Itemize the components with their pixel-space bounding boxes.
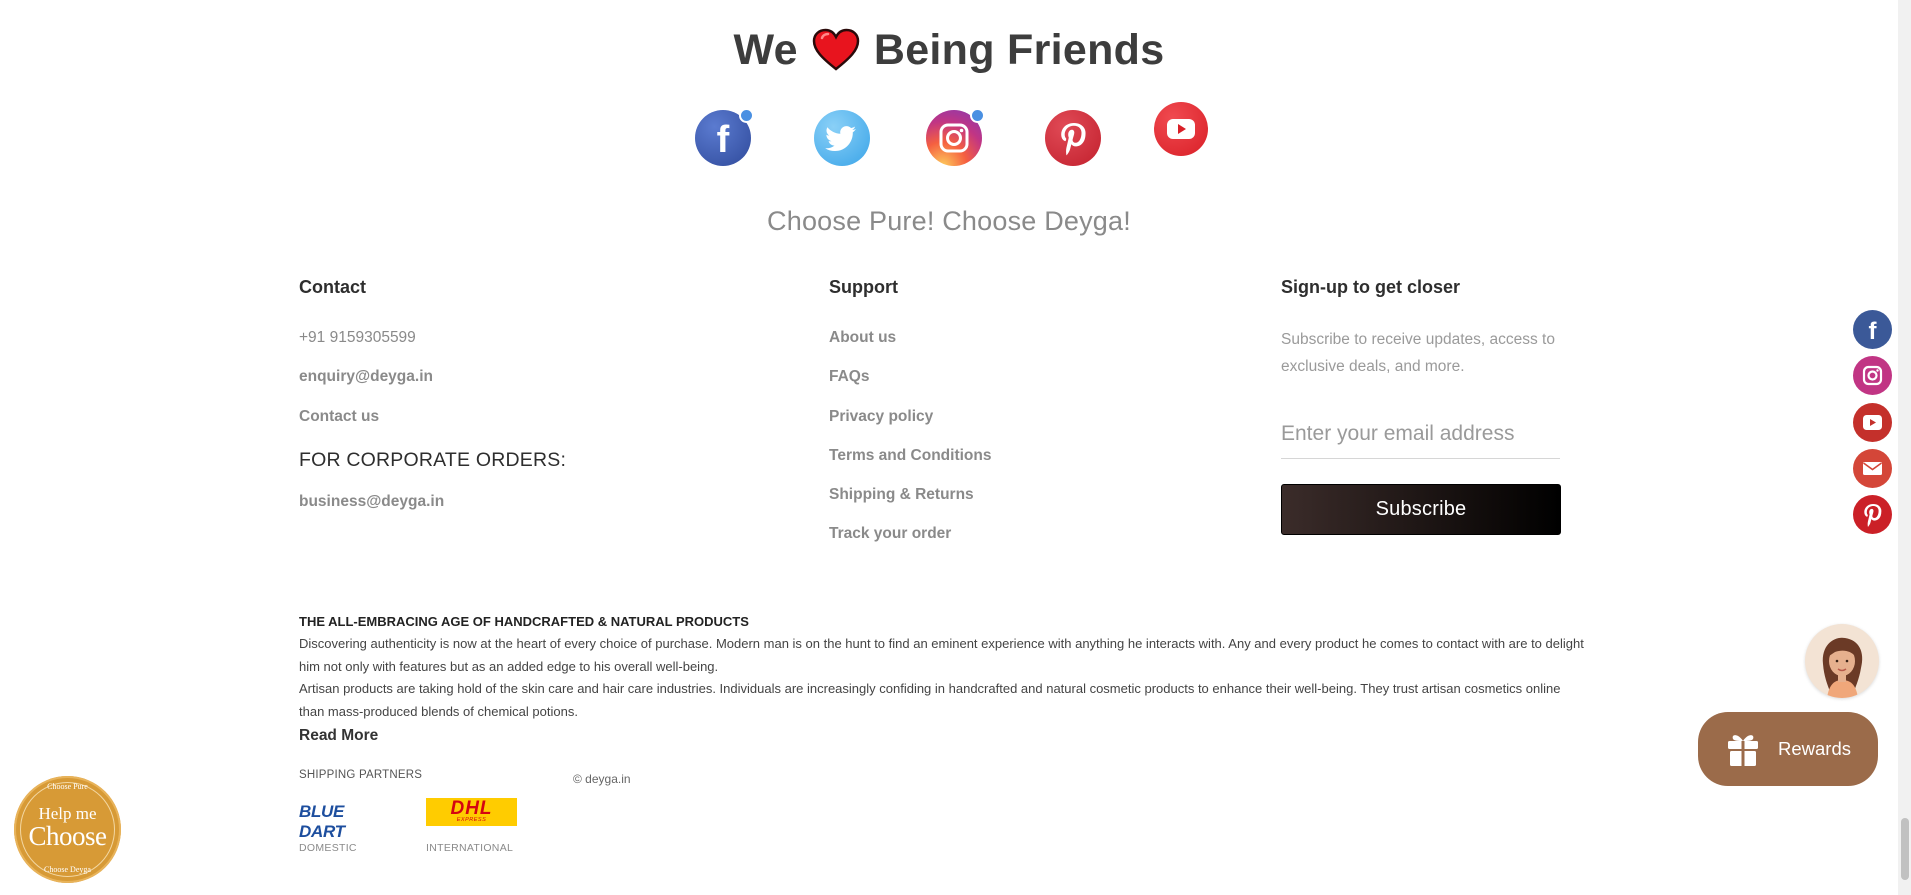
contact-email-link[interactable]: enquiry@deyga.in — [299, 368, 433, 386]
sidebar-youtube-link[interactable] — [1853, 403, 1892, 442]
youtube-icon — [1863, 415, 1882, 430]
support-link-privacy[interactable]: Privacy policy — [829, 408, 933, 426]
signup-heading: Sign-up to get closer — [1281, 277, 1461, 297]
shipping-label-domestic: DOMESTIC — [299, 842, 357, 854]
signup-description: Subscribe to receive updates, access to … — [1281, 331, 1555, 375]
support-link-about[interactable]: About us — [829, 329, 896, 347]
support-link-shipping[interactable]: Shipping & Returns — [829, 486, 974, 504]
shipping-label-international: INTERNATIONAL — [426, 842, 514, 854]
gift-icon — [1728, 735, 1758, 766]
read-more-link[interactable]: Read More — [299, 727, 378, 745]
subscribe-button[interactable]: Subscribe — [1281, 484, 1561, 535]
contact-us-link[interactable]: Contact us — [299, 408, 379, 426]
sidebar-instagram-link[interactable] — [1853, 356, 1892, 395]
email-icon — [1863, 462, 1882, 475]
verified-badge-icon — [739, 108, 754, 123]
assistant-avatar-icon — [1822, 637, 1863, 698]
facebook-icon: f — [1869, 318, 1878, 345]
friends-heading-after: Being Friends — [873, 25, 1165, 74]
youtube-link[interactable] — [1154, 102, 1208, 156]
pinterest-link[interactable] — [1045, 110, 1101, 166]
svg-text:f: f — [1869, 318, 1878, 345]
twitter-icon — [825, 126, 856, 151]
pinterest-icon — [1864, 504, 1882, 527]
youtube-icon — [1167, 119, 1195, 139]
support-link-track-order[interactable]: Track your order — [829, 525, 951, 543]
friends-heading-before: We — [733, 25, 798, 74]
sidebar-email-link[interactable] — [1853, 449, 1892, 488]
rewards-label: Rewards — [1778, 738, 1851, 759]
shipping-partners-heading: SHIPPING PARTNERS — [299, 769, 423, 781]
help-badge-ring-bottom: Choose Deyga — [44, 865, 91, 874]
seo-heading: THE ALL-EMBRACING AGE OF HANDCRAFTED & N… — [299, 614, 749, 629]
copyright-text: © deyga.in — [573, 772, 631, 786]
dhl-logo: DHL EXPRESS — [426, 798, 517, 826]
friends-heading: We Being Friends — [0, 24, 1898, 76]
contact-phone-link[interactable]: +91 9159305599 — [299, 329, 416, 347]
chat-assistant-avatar[interactable] — [1805, 624, 1879, 698]
newsletter-email-input[interactable] — [1281, 410, 1560, 459]
contact-heading: Contact — [299, 277, 366, 297]
support-link-faqs[interactable]: FAQs — [829, 368, 869, 386]
instagram-link[interactable] — [926, 108, 985, 166]
twitter-link[interactable] — [814, 110, 870, 166]
bluedart-logo-text: BLUE DART — [299, 802, 345, 841]
support-link-terms[interactable]: Terms and Conditions — [829, 447, 991, 465]
heart-icon — [812, 28, 860, 71]
page-scrollbar-thumb[interactable] — [1901, 818, 1909, 880]
verified-badge-icon — [970, 108, 985, 123]
seo-paragraph-1: Discovering authenticity is now at the h… — [299, 636, 1584, 674]
instagram-icon — [1862, 365, 1883, 386]
support-heading: Support — [829, 277, 898, 297]
corporate-orders-heading: FOR CORPORATE ORDERS: — [299, 449, 567, 471]
seo-paragraph-2: Artisan products are taking hold of the … — [299, 681, 1561, 719]
rewards-button[interactable]: Rewards — [1698, 712, 1878, 786]
help-me-choose-badge[interactable]: Choose Pure Help me Choose Choose Deyga — [14, 776, 121, 883]
business-email-link[interactable]: business@deyga.in — [299, 493, 444, 511]
dhl-logo-text: DHL — [450, 798, 493, 819]
pinterest-icon — [1061, 123, 1086, 156]
social-links-row: f — [0, 100, 1898, 180]
brand-tagline: Choose Pure! Choose Deyga! — [767, 206, 1131, 236]
sidebar-pinterest-link[interactable] — [1853, 495, 1892, 534]
dhl-logo-subtext: EXPRESS — [456, 817, 487, 823]
sidebar-facebook-link[interactable]: f — [1853, 310, 1892, 349]
page-scrollbar-track[interactable] — [1898, 0, 1911, 895]
help-badge-ring-top: Choose Pure — [47, 782, 88, 791]
facebook-link[interactable]: f — [695, 108, 754, 166]
help-badge-line2: Choose — [28, 821, 108, 851]
svg-text:f: f — [717, 119, 730, 161]
bluedart-logo: BLUE DART — [299, 802, 391, 841]
